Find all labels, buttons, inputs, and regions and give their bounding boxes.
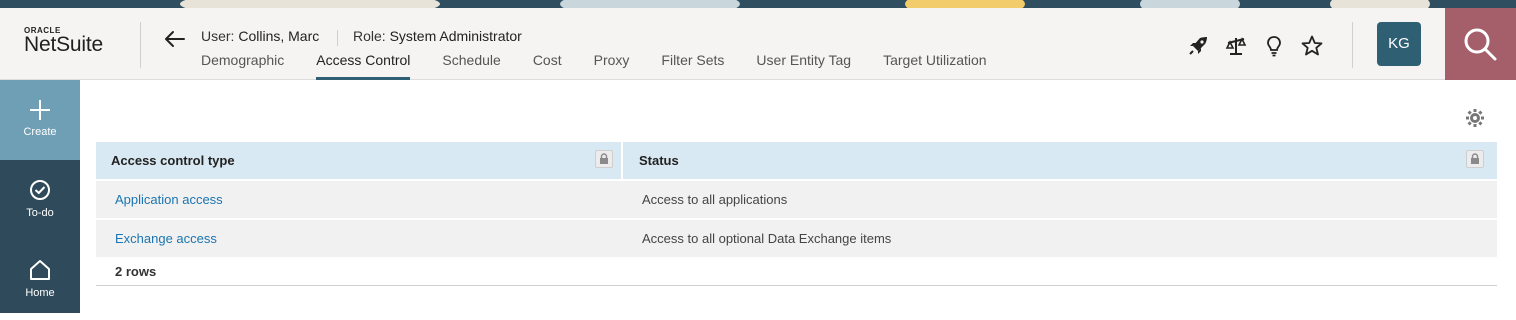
sidebar-item-label: Home: [25, 287, 55, 299]
rocket-icon[interactable]: [1186, 34, 1210, 58]
netsuite-logo[interactable]: ORACLE NetSuite: [24, 26, 124, 66]
tab-cost[interactable]: Cost: [533, 51, 562, 80]
sidebar: Create To-do Home: [0, 80, 80, 313]
sidebar-item-label: Create: [23, 126, 57, 138]
home-icon: [30, 260, 50, 280]
sidebar-item-create[interactable]: Create: [0, 80, 80, 160]
decoration-shape: [560, 0, 740, 8]
column-header-status[interactable]: Status: [639, 142, 679, 179]
record-tabs: Demographic Access Control Schedule Cost…: [201, 51, 1019, 80]
sidebar-item-label: To-do: [26, 207, 54, 219]
sidebar-item-todo[interactable]: To-do: [0, 160, 80, 240]
role-info: Role: System Administrator: [353, 28, 522, 44]
tab-filter-sets[interactable]: Filter Sets: [661, 51, 724, 80]
access-control-table: Access control type Status Application a…: [96, 142, 1497, 286]
tab-target-utilization[interactable]: Target Utilization: [883, 51, 987, 80]
status-cell: Access to all applications: [642, 192, 788, 207]
divider: [337, 30, 338, 46]
row-count: 2 rows: [115, 264, 157, 279]
column-lock-button[interactable]: [1466, 150, 1484, 168]
table-header: Access control type Status: [96, 142, 1497, 179]
search-icon: [1464, 28, 1497, 61]
plus-icon: [30, 100, 50, 120]
divider: [140, 22, 141, 68]
decoration-shape: [1330, 0, 1430, 8]
user-info: User: Collins, Marc: [201, 28, 319, 44]
table-footer: 2 rows: [96, 258, 1497, 286]
header: ORACLE NetSuite User: Collins, Marc Role…: [0, 8, 1516, 80]
avatar[interactable]: KG: [1377, 22, 1421, 66]
decoration-shape: [1140, 0, 1240, 8]
tab-schedule[interactable]: Schedule: [442, 51, 500, 80]
column-lock-button[interactable]: [595, 150, 613, 168]
gear-icon[interactable]: [1465, 108, 1485, 128]
tab-proxy[interactable]: Proxy: [594, 51, 630, 80]
back-arrow-icon[interactable]: [163, 28, 187, 50]
user-name: Collins, Marc: [238, 28, 320, 44]
tab-access-control[interactable]: Access Control: [316, 51, 411, 80]
sidebar-item-home[interactable]: Home: [0, 240, 80, 320]
user-label: User:: [201, 28, 235, 44]
check-circle-icon: [30, 180, 50, 200]
application-access-link[interactable]: Application access: [115, 181, 223, 219]
global-search-button[interactable]: [1445, 8, 1516, 80]
column-header-access-control-type[interactable]: Access control type: [111, 142, 235, 179]
column-divider[interactable]: [621, 142, 623, 179]
divider: [1352, 22, 1353, 68]
lightbulb-icon[interactable]: [1262, 34, 1286, 58]
decoration-shape: [180, 0, 440, 8]
role-name: System Administrator: [389, 28, 522, 44]
tab-demographic[interactable]: Demographic: [201, 51, 284, 80]
tab-user-entity-tag[interactable]: User Entity Tag: [756, 51, 851, 80]
role-label: Role:: [353, 28, 386, 44]
exchange-access-link[interactable]: Exchange access: [115, 220, 217, 258]
logo-netsuite-text: NetSuite: [24, 33, 103, 56]
decoration-shape: [905, 0, 1025, 8]
lock-icon: [1471, 153, 1479, 164]
header-decoration: [0, 0, 1516, 8]
lock-icon: [600, 153, 608, 164]
scale-icon[interactable]: [1224, 34, 1248, 58]
star-icon[interactable]: [1300, 34, 1324, 58]
table-row: Application access Access to all applica…: [96, 180, 1497, 218]
table-row: Exchange access Access to all optional D…: [96, 219, 1497, 257]
status-cell: Access to all optional Data Exchange ite…: [642, 231, 892, 246]
